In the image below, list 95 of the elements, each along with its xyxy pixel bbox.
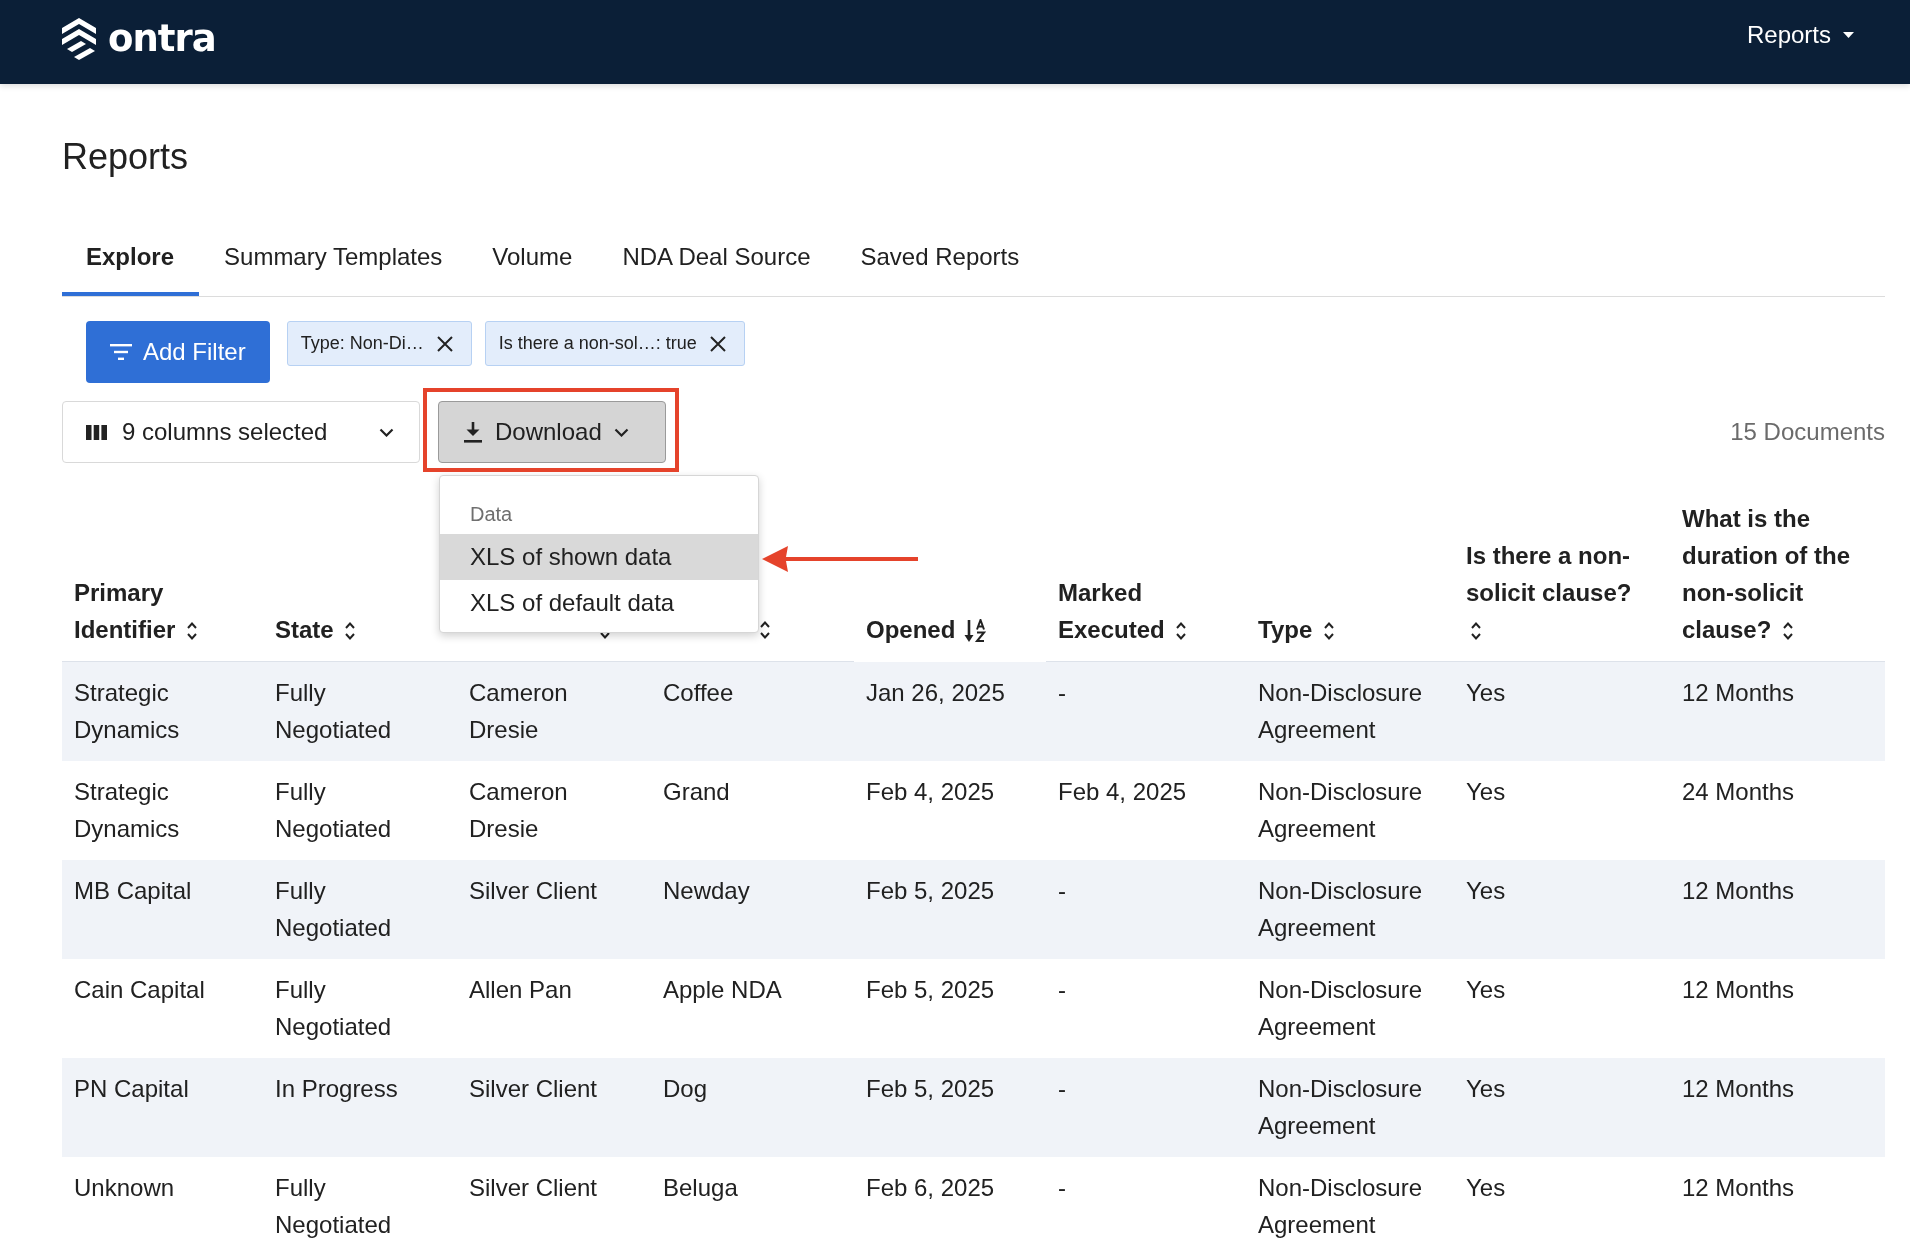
table-cell: Non-Disclosure Agreement bbox=[1258, 976, 1423, 1040]
close-icon[interactable] bbox=[435, 334, 454, 353]
table-cell: Feb 4, 2025 bbox=[866, 778, 995, 805]
table-cell: Silver Client bbox=[469, 1075, 598, 1102]
sort-icon[interactable] bbox=[1322, 620, 1335, 642]
document-count: 15 Documents bbox=[1730, 418, 1885, 446]
table-cell: - bbox=[1058, 679, 1066, 706]
table-cell: Yes bbox=[1466, 679, 1506, 706]
table-cell: Yes bbox=[1466, 1075, 1506, 1102]
table-cell: Beluga bbox=[663, 1174, 738, 1201]
table-cell: Non-Disclosure Agreement bbox=[1258, 679, 1423, 743]
table-cell: Jan 26, 2025 bbox=[866, 679, 1005, 706]
tab[interactable]: Saved Reports bbox=[835, 222, 1045, 296]
table-cell: Fully Negotiated bbox=[275, 1174, 392, 1238]
column-header[interactable]: Opened bbox=[866, 611, 986, 648]
table-cell: PN Capital bbox=[74, 1075, 189, 1102]
sort-icon[interactable] bbox=[759, 619, 771, 641]
menu-section-label: Data bbox=[470, 502, 513, 526]
sort-icon[interactable] bbox=[1470, 620, 1482, 642]
column-header[interactable]: Marked Executed bbox=[1058, 574, 1232, 648]
filter-label: Is there a non-sol…: true bbox=[498, 333, 697, 354]
tab[interactable]: Explore bbox=[62, 222, 200, 296]
table-cell: Non-Disclosure Agreement bbox=[1258, 1174, 1423, 1238]
column-header[interactable]: Primary Identifier bbox=[74, 574, 249, 648]
sort-icon[interactable] bbox=[186, 620, 198, 642]
tab[interactable]: NDA Deal Source bbox=[597, 222, 836, 296]
table-cell: 12 Months bbox=[1682, 1075, 1795, 1102]
tab[interactable]: Summary Templates bbox=[199, 222, 468, 296]
table-cell: Unknown bbox=[74, 1174, 175, 1201]
table-cell: Cameron Dresie bbox=[469, 679, 568, 743]
table-cell: Allen Pan bbox=[469, 976, 572, 1003]
table-cell: Fully Negotiated bbox=[275, 778, 392, 842]
column-header[interactable]: Is there a non-solicit clause? bbox=[1466, 537, 1646, 648]
table-cell: Yes bbox=[1466, 877, 1506, 904]
reports-menu[interactable]: Reports bbox=[1746, 21, 1854, 49]
table-cell: Dog bbox=[663, 1075, 708, 1102]
table-cell: - bbox=[1058, 976, 1066, 1003]
table-cell: 12 Months bbox=[1682, 877, 1795, 904]
caret-icon bbox=[1843, 32, 1854, 38]
table-cell: - bbox=[1058, 1075, 1066, 1102]
table-cell: Cameron Dresie bbox=[469, 778, 568, 842]
table-cell: Newday bbox=[663, 877, 750, 904]
table-cell: 24 Months bbox=[1682, 778, 1795, 805]
table-cell: Coffee bbox=[663, 679, 734, 706]
filter-icon bbox=[110, 344, 132, 360]
columns-dropdown[interactable]: 9 columns selected bbox=[62, 401, 420, 463]
table-cell: Non-Disclosure Agreement bbox=[1258, 877, 1423, 941]
table-cell: Fully Negotiated bbox=[275, 976, 392, 1040]
logo-icon bbox=[62, 18, 96, 60]
table-cell: Non-Disclosure Agreement bbox=[1258, 778, 1423, 842]
table-cell: Apple NDA bbox=[663, 976, 782, 1003]
table-cell: Fully Negotiated bbox=[275, 877, 392, 941]
menu-item[interactable]: XLS of default data bbox=[440, 580, 758, 626]
download-button[interactable]: Download bbox=[438, 401, 666, 463]
logo-text[interactable]: ontra bbox=[108, 17, 216, 61]
close-icon[interactable] bbox=[708, 334, 727, 353]
table-cell: Feb 5, 2025 bbox=[866, 976, 995, 1003]
table-cell: 12 Months bbox=[1682, 679, 1795, 706]
table-cell: Yes bbox=[1466, 778, 1506, 805]
table-cell: Yes bbox=[1466, 976, 1506, 1003]
column-header[interactable]: State bbox=[275, 611, 357, 648]
tab[interactable]: Volume bbox=[467, 222, 598, 296]
table-cell: Silver Client bbox=[469, 1174, 598, 1201]
table-cell: 12 Months bbox=[1682, 976, 1795, 1003]
table-cell: In Progress bbox=[275, 1075, 398, 1102]
chevron-down-icon bbox=[379, 427, 394, 437]
table-cell: Silver Client bbox=[469, 877, 598, 904]
table-cell: Grand bbox=[663, 778, 730, 805]
table-cell: Feb 5, 2025 bbox=[866, 877, 995, 904]
sort-icon[interactable] bbox=[1782, 620, 1795, 642]
table-cell: Yes bbox=[1466, 1174, 1506, 1201]
table-cell: Strategic Dynamics bbox=[74, 778, 180, 842]
column-header[interactable]: What is the duration of the non-solicit clause? bbox=[1682, 500, 1871, 648]
table-cell: Feb 4, 2025 bbox=[1058, 778, 1187, 805]
add-filter-button[interactable]: Add Filter bbox=[86, 321, 270, 383]
table-cell: - bbox=[1058, 1174, 1066, 1201]
menu-item[interactable]: XLS of shown data bbox=[440, 534, 758, 580]
column-header[interactable]: Type bbox=[1258, 611, 1335, 648]
sort-icon[interactable] bbox=[344, 620, 357, 642]
table-cell: Feb 6, 2025 bbox=[866, 1174, 995, 1201]
download-icon bbox=[463, 421, 483, 443]
table-cell: Fully Negotiated bbox=[275, 679, 392, 743]
table-cell: Strategic Dynamics bbox=[74, 679, 180, 743]
columns-icon bbox=[86, 424, 107, 440]
table-cell: Feb 5, 2025 bbox=[866, 1075, 995, 1102]
table-cell: Cain Capital bbox=[74, 976, 205, 1003]
page-title: Reports bbox=[62, 135, 189, 179]
table-cell: MB Capital bbox=[74, 877, 192, 904]
table-cell: - bbox=[1058, 877, 1066, 904]
sort-icon[interactable] bbox=[1175, 620, 1188, 642]
filter-label: Type: Non-Di… bbox=[300, 333, 424, 354]
table-cell: Non-Disclosure Agreement bbox=[1258, 1075, 1423, 1139]
sort-ascending-icon[interactable] bbox=[964, 619, 986, 643]
chevron-down-icon bbox=[613, 427, 629, 437]
table-cell: 12 Months bbox=[1682, 1174, 1795, 1201]
